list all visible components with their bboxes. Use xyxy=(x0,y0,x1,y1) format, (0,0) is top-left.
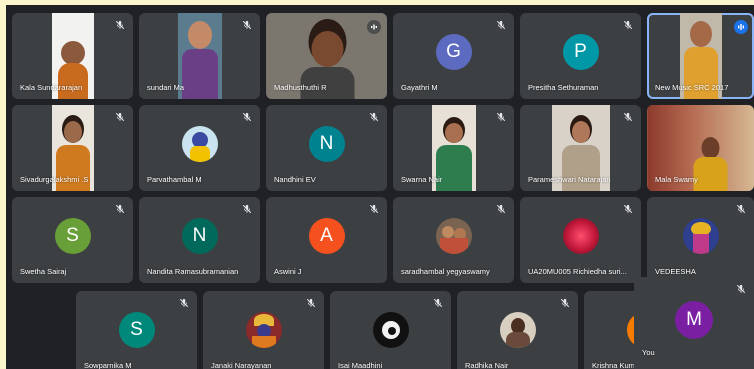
participant-name: Gayathri M xyxy=(401,83,438,92)
avatar xyxy=(682,218,719,254)
participant-tile-parvatham[interactable]: Parvathambal M xyxy=(139,105,260,191)
participant-tile-kala[interactable]: Kala Sundararajan xyxy=(12,13,133,99)
avatar xyxy=(245,312,282,348)
participant-tile-gayathri[interactable]: G Gayathri M xyxy=(393,13,514,99)
participant-name: Kala Sundararajan xyxy=(20,83,83,92)
mic-off-icon xyxy=(736,284,746,294)
participant-tile-vedeesha[interactable]: VEDEESHA xyxy=(647,197,754,283)
mic-off-icon xyxy=(369,112,379,122)
avatar: P xyxy=(562,34,599,70)
participant-name: New Music SRC 2017 xyxy=(655,83,729,92)
avatar: M xyxy=(675,301,713,339)
participant-tile-ua20mu[interactable]: UA20MU005 Richiedha suri... xyxy=(520,197,641,283)
participant-tile-presitha[interactable]: P Presitha Sethuraman xyxy=(520,13,641,99)
participant-name: Sowparnika M xyxy=(84,361,132,369)
mic-off-icon xyxy=(179,298,189,308)
participant-name: Isai Maadhini xyxy=(338,361,383,369)
participant-tile-sundari[interactable]: sundari Ma xyxy=(139,13,260,99)
participant-name: Nandita Ramasubramanian xyxy=(147,267,239,276)
participant-tile-sowparnika[interactable]: S Sowparnika M xyxy=(76,291,197,369)
mic-off-icon xyxy=(736,204,746,214)
mic-off-icon xyxy=(306,298,316,308)
avatar: N xyxy=(308,126,345,162)
participant-name: saradhambal yegyaswamy xyxy=(401,267,490,276)
avatar: S xyxy=(118,312,155,348)
participant-tile-nandhini[interactable]: N Nandhini EV xyxy=(266,105,387,191)
participant-tile-mala[interactable]: Mala Swamy xyxy=(647,105,754,191)
participant-tile-radhika[interactable]: Radhika Nair xyxy=(457,291,578,369)
participant-tile-saradhambal[interactable]: saradhambal yegyaswamy xyxy=(393,197,514,283)
avatar xyxy=(372,312,409,348)
mic-off-icon xyxy=(623,204,633,214)
participant-name: Parameshwari Natarajan xyxy=(528,175,611,184)
avatar xyxy=(181,126,218,162)
participant-tile-sivadurga[interactable]: Sivadurgalakshmi .S xyxy=(12,105,133,191)
participant-tile-parameshwari[interactable]: Parameshwari Natarajan xyxy=(520,105,641,191)
avatar xyxy=(562,218,599,254)
mic-off-icon xyxy=(242,20,252,30)
participant-name: Mala Swamy xyxy=(655,175,698,184)
mic-off-icon xyxy=(115,112,125,122)
participant-tile-madhusthuthi[interactable]: Madhusthuthi R xyxy=(266,13,387,99)
participant-tile-swetha[interactable]: S Swetha Sairaj xyxy=(12,197,133,283)
participant-name: Aswini J xyxy=(274,267,302,276)
mic-off-icon xyxy=(242,112,252,122)
participant-tile-isai[interactable]: Isai Maadhini xyxy=(330,291,451,369)
participant-name: sundari Ma xyxy=(147,83,185,92)
participant-tile-newmusic[interactable]: New Music SRC 2017 xyxy=(647,13,754,99)
mic-off-icon xyxy=(115,20,125,30)
participant-name: UA20MU005 Richiedha suri... xyxy=(528,267,627,276)
participant-tile-swarna[interactable]: Swarna Nair xyxy=(393,105,514,191)
audio-level-icon xyxy=(367,20,381,34)
participant-name: Swetha Sairaj xyxy=(20,267,67,276)
participant-name: Swarna Nair xyxy=(401,175,443,184)
mic-off-icon xyxy=(623,20,633,30)
participant-tile-aswini[interactable]: A Aswini J xyxy=(266,197,387,283)
mic-off-icon xyxy=(496,112,506,122)
avatar: S xyxy=(54,218,91,254)
mic-off-icon xyxy=(433,298,443,308)
avatar xyxy=(499,312,536,348)
participant-name: Nandhini EV xyxy=(274,175,316,184)
self-view-tile[interactable]: M You xyxy=(634,277,754,369)
participant-name: Madhusthuthi R xyxy=(274,83,327,92)
avatar xyxy=(435,218,472,254)
participant-name: Janaki Narayanan xyxy=(211,361,272,369)
participant-name: Radhika Nair xyxy=(465,361,509,369)
participant-name: Parvathambal M xyxy=(147,175,202,184)
avatar: G xyxy=(435,34,472,70)
self-label: You xyxy=(642,348,655,357)
mic-off-icon xyxy=(115,204,125,214)
mic-off-icon xyxy=(496,204,506,214)
audio-level-icon xyxy=(734,20,748,34)
mic-off-icon xyxy=(369,204,379,214)
participant-name: Presitha Sethuraman xyxy=(528,83,599,92)
participant-tile-nandita[interactable]: N Nandita Ramasubramanian xyxy=(139,197,260,283)
participant-name: Sivadurgalakshmi .S xyxy=(20,175,89,184)
avatar: A xyxy=(308,218,345,254)
participant-tile-janaki[interactable]: Janaki Narayanan xyxy=(203,291,324,369)
mic-off-icon xyxy=(242,204,252,214)
mic-off-icon xyxy=(623,112,633,122)
avatar: N xyxy=(181,218,218,254)
participant-name: VEDEESHA xyxy=(655,267,696,276)
mic-off-icon xyxy=(496,20,506,30)
mic-off-icon xyxy=(560,298,570,308)
